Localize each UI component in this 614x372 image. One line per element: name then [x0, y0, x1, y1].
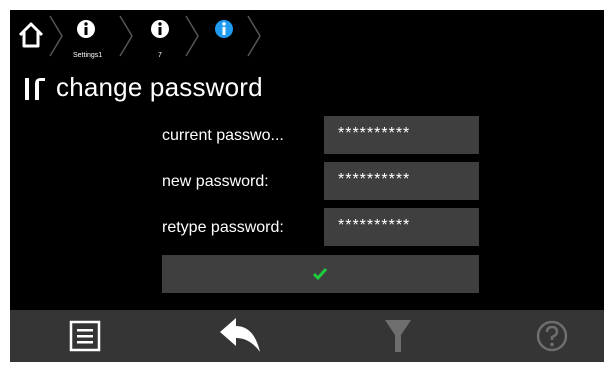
- breadcrumb: Settings1 7: [10, 10, 604, 62]
- breadcrumb-sublabel: 7: [158, 52, 162, 59]
- breadcrumb-separator: [247, 15, 261, 57]
- menu-button[interactable]: [45, 310, 125, 362]
- breadcrumb-item-current[interactable]: [204, 16, 244, 58]
- breadcrumb-item-7[interactable]: 7: [140, 16, 180, 59]
- breadcrumb-separator: [185, 15, 199, 57]
- breadcrumb-sublabel: Settings1: [73, 52, 103, 59]
- info-icon: [151, 20, 169, 38]
- breadcrumb-separator: [119, 15, 133, 57]
- back-arrow-icon: [220, 318, 260, 352]
- help-button[interactable]: [512, 310, 592, 362]
- filter-button[interactable]: [358, 310, 438, 362]
- bottom-toolbar: [10, 310, 604, 362]
- info-icon: [215, 20, 233, 38]
- menu-list-icon: [69, 320, 101, 352]
- breadcrumb-separator: [49, 15, 63, 57]
- info-icon: [77, 20, 95, 38]
- retype-password-field[interactable]: **********: [324, 208, 479, 246]
- back-button[interactable]: [200, 310, 280, 362]
- home-icon: [18, 22, 44, 48]
- new-password-field[interactable]: **********: [324, 162, 479, 200]
- page-header: change password: [10, 68, 604, 108]
- current-password-label: current passwo...: [162, 127, 284, 144]
- current-password-field[interactable]: **********: [324, 116, 479, 154]
- help-icon: [536, 320, 568, 352]
- breadcrumb-home[interactable]: [16, 20, 46, 50]
- device-screen: Settings1 7 change password current pass…: [10, 10, 604, 362]
- filter-icon: [385, 320, 411, 352]
- retype-password-label: retype password:: [162, 219, 284, 236]
- confirm-button[interactable]: [162, 255, 479, 293]
- checkmark-icon: [312, 268, 328, 281]
- breadcrumb-item-settings[interactable]: Settings1: [66, 16, 106, 59]
- new-password-label: new password:: [162, 173, 269, 190]
- tools-icon: [25, 78, 45, 100]
- page-title: change password: [56, 72, 263, 102]
